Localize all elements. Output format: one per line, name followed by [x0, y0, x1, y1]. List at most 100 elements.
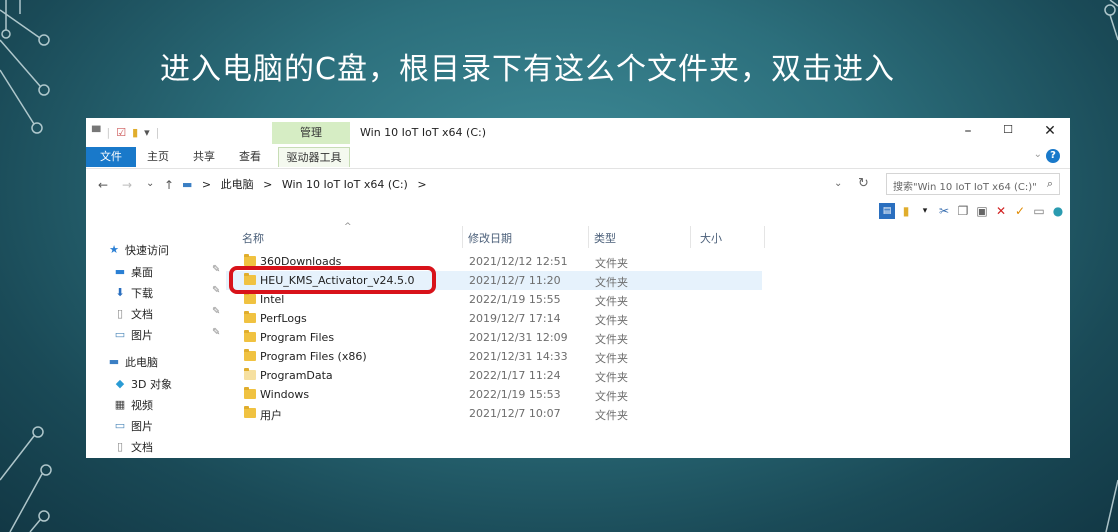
- address-bar[interactable]: ▬ > 此电脑 > Win 10 IoT IoT x64 (C:) >: [182, 175, 858, 195]
- download-icon: ⬇: [115, 286, 125, 299]
- drive-icon[interactable]: ▀: [92, 126, 100, 139]
- title-bar: ▀ | ☑ ▮ ▾ | 管理 Win 10 IoT IoT x64 (C:) –…: [86, 118, 1070, 148]
- window-title: Win 10 IoT IoT x64 (C:): [360, 126, 487, 139]
- column-divider[interactable]: [690, 226, 691, 248]
- table-row[interactable]: 用户 2021/12/7 10:07 文件夹: [226, 404, 762, 423]
- column-divider[interactable]: [764, 226, 765, 248]
- breadcrumb-separator: >: [263, 178, 273, 191]
- breadcrumb-c-drive[interactable]: Win 10 IoT IoT x64 (C:): [282, 178, 408, 191]
- customize-dropdown-icon[interactable]: ▾: [144, 126, 150, 139]
- document-icon: ▯: [116, 307, 124, 320]
- minimize-button[interactable]: –: [948, 123, 988, 139]
- sidebar-item-desktop[interactable]: ▬ 桌面: [114, 264, 153, 280]
- divider: [86, 168, 1070, 169]
- cut-icon[interactable]: ✂: [936, 203, 952, 219]
- desktop-icon: ▬: [114, 265, 126, 278]
- sidebar-item-pc-documents[interactable]: ▯ 文档: [114, 439, 153, 455]
- column-type[interactable]: 类型: [594, 230, 616, 246]
- breadcrumb-separator: >: [417, 178, 427, 191]
- picture-icon: ▭: [114, 328, 126, 341]
- pin-icon[interactable]: ✎: [212, 285, 220, 296]
- video-icon: ▦: [114, 398, 126, 411]
- sidebar-item-documents[interactable]: ▯ 文档: [114, 306, 153, 322]
- slide-instruction: 进入电脑的C盘，根目录下有这么个文件夹，双击进入: [160, 52, 895, 87]
- picture-icon: ▭: [114, 419, 126, 432]
- folder-icon: [244, 254, 256, 266]
- table-row[interactable]: Program Files (x86) 2021/12/31 14:33 文件夹: [226, 347, 762, 366]
- quick-access-toolbar: ▀ | ☑ ▮ ▾ |: [92, 126, 160, 139]
- navigation-bar: ← → ⌄ ↑ ▬ > 此电脑 > Win 10 IoT IoT x64 (C:…: [86, 170, 1070, 200]
- table-row[interactable]: Windows 2022/1/19 15:53 文件夹: [226, 385, 762, 404]
- paste-icon[interactable]: ▣: [974, 203, 990, 219]
- chevron-down-icon[interactable]: ⌄: [1034, 149, 1042, 160]
- properties-icon[interactable]: ☑: [116, 126, 126, 139]
- column-name[interactable]: 名称: [242, 230, 264, 246]
- breadcrumb-separator: >: [201, 178, 212, 191]
- table-row[interactable]: Program Files 2021/12/31 12:09 文件夹: [226, 328, 762, 347]
- sidebar-item-pc-pictures[interactable]: ▭ 图片: [114, 418, 153, 434]
- rename-check-icon[interactable]: ✓: [1012, 203, 1028, 219]
- column-divider[interactable]: [588, 226, 589, 248]
- sort-ascending-icon: ^: [344, 222, 352, 232]
- magnifier-icon: ⌕: [1046, 177, 1053, 190]
- pin-icon[interactable]: ✎: [212, 264, 220, 275]
- tab-view[interactable]: 查看: [232, 147, 268, 167]
- properties-icon[interactable]: ▭: [1031, 203, 1047, 219]
- help-icon[interactable]: ?: [1046, 149, 1060, 163]
- circuit-decoration-left: [0, 0, 52, 532]
- pc-icon: ▬: [108, 355, 120, 368]
- highlight-annotation: [229, 266, 436, 294]
- pc-icon: ▬: [182, 178, 193, 191]
- dropdown-icon[interactable]: ▾: [917, 203, 933, 219]
- details-view-icon[interactable]: ▤: [879, 203, 895, 219]
- folder-icon: [244, 406, 256, 418]
- folder-icon: [244, 387, 256, 399]
- sidebar-item-videos[interactable]: ▦ 视频: [114, 397, 153, 413]
- tab-share[interactable]: 共享: [186, 147, 222, 167]
- sidebar-quick-access[interactable]: ★ 快速访问: [108, 242, 169, 258]
- column-divider[interactable]: [462, 226, 463, 248]
- copy-icon[interactable]: ❐: [955, 203, 971, 219]
- folder-icon: [244, 349, 256, 361]
- close-button[interactable]: ✕: [1030, 123, 1070, 139]
- new-folder-icon[interactable]: ▮: [132, 126, 138, 139]
- search-input[interactable]: 搜索"Win 10 IoT IoT x64 (C:)" ⌕: [886, 173, 1060, 195]
- manage-tab[interactable]: 管理: [272, 122, 350, 144]
- circuit-decoration-right: [1104, 0, 1118, 532]
- forward-icon[interactable]: →: [122, 178, 132, 192]
- folder-icon: [244, 330, 256, 342]
- back-icon[interactable]: ←: [98, 178, 108, 192]
- search-placeholder: 搜索"Win 10 IoT IoT x64 (C:)": [893, 182, 1037, 193]
- sidebar-this-pc[interactable]: ▬ 此电脑: [108, 354, 158, 370]
- refresh-icon[interactable]: ↻: [858, 176, 869, 191]
- sidebar-item-downloads[interactable]: ⬇ 下载: [114, 285, 153, 301]
- sidebar-item-3d-objects[interactable]: ◆ 3D 对象: [114, 376, 172, 392]
- table-row[interactable]: ProgramData 2022/1/17 11:24 文件夹: [226, 366, 762, 385]
- new-folder-icon[interactable]: ▮: [898, 203, 914, 219]
- tab-drive-tools[interactable]: 驱动器工具: [278, 147, 350, 167]
- column-date[interactable]: 修改日期: [468, 230, 512, 246]
- extra-toolbar: ▤ ▮ ▾ ✂ ❐ ▣ ✕ ✓ ▭ ●: [879, 203, 1066, 219]
- table-row[interactable]: PerfLogs 2019/12/7 17:14 文件夹: [226, 309, 762, 328]
- document-icon: ▯: [116, 440, 124, 453]
- tab-home[interactable]: 主页: [140, 147, 176, 167]
- folder-icon: [244, 368, 256, 380]
- chevron-down-icon[interactable]: ⌄: [834, 178, 842, 189]
- pin-icon[interactable]: ✎: [212, 327, 220, 338]
- up-icon[interactable]: ↑: [164, 178, 174, 192]
- breadcrumb-this-pc[interactable]: 此电脑: [221, 178, 254, 191]
- delete-icon[interactable]: ✕: [993, 203, 1009, 219]
- globe-icon[interactable]: ●: [1050, 203, 1066, 219]
- tab-file[interactable]: 文件: [86, 147, 136, 167]
- maximize-button[interactable]: ☐: [988, 123, 1028, 136]
- 3d-objects-icon: ◆: [115, 377, 125, 390]
- navigation-pane: ★ 快速访问 ▬ 桌面 ✎ ⬇ 下载 ✎ ▯ 文档 ✎ ▭ 图片 ✎ ▬ 此电脑…: [86, 236, 236, 456]
- star-icon: ★: [109, 243, 119, 256]
- folder-icon: [244, 292, 256, 304]
- pin-icon[interactable]: ✎: [212, 306, 220, 317]
- column-size[interactable]: 大小: [700, 230, 722, 246]
- folder-icon: [244, 311, 256, 323]
- ribbon-tabs: 文件 主页 共享 查看 驱动器工具: [86, 147, 1070, 167]
- recent-locations-icon[interactable]: ⌄: [146, 178, 154, 189]
- sidebar-item-pictures[interactable]: ▭ 图片: [114, 327, 153, 343]
